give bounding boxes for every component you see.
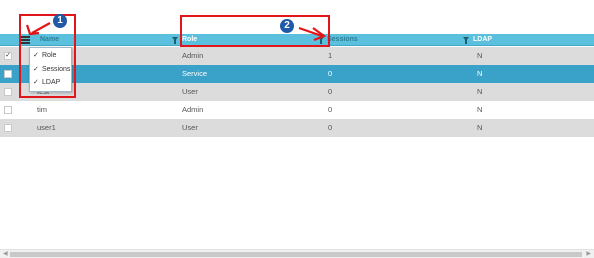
step-badge-2: 2: [280, 19, 294, 33]
row-checkbox[interactable]: [4, 70, 12, 78]
step-badge-1: 1: [53, 14, 67, 28]
user-sessions-cell: 1: [328, 51, 333, 60]
row-checkbox[interactable]: [4, 88, 12, 96]
row-checkbox[interactable]: [4, 124, 12, 132]
user-role-cell: User: [182, 123, 198, 132]
table-row[interactable]: Service 0 N: [0, 65, 594, 83]
user-ldap-cell: N: [477, 123, 483, 132]
user-ldap-cell: N: [477, 51, 483, 60]
table-row[interactable]: ✓ Admin 1 N: [0, 47, 594, 65]
arrow-to-menu-icon: [25, 22, 51, 36]
horizontal-scrollbar[interactable]: ◀ ▶: [0, 249, 594, 258]
user-sessions-cell: 0: [328, 123, 333, 132]
user-ldap-cell: N: [477, 105, 483, 114]
user-name-cell: tim: [37, 105, 47, 114]
user-name-cell: user1: [37, 123, 56, 132]
user-sessions-cell: 0: [328, 87, 333, 96]
user-role-cell: User: [182, 87, 198, 96]
user-ldap-cell: N: [477, 87, 483, 96]
sessions-filter-icon[interactable]: [463, 37, 469, 44]
scroll-left-icon[interactable]: ◀: [3, 251, 8, 258]
user-ldap-cell: N: [477, 69, 483, 78]
table-row[interactable]: test User 0 N: [0, 83, 594, 101]
user-sessions-cell: 0: [328, 69, 333, 78]
row-checkbox[interactable]: ✓: [4, 52, 12, 60]
user-role-cell: Service: [182, 69, 208, 78]
user-role-cell: Admin: [182, 51, 204, 60]
table-row[interactable]: user1 User 0 N: [0, 119, 594, 137]
name-filter-icon[interactable]: [172, 37, 178, 44]
column-header-sessions[interactable]: Sessions: [327, 34, 358, 46]
arrow-to-filter-icon: [298, 26, 327, 42]
table-row[interactable]: tim Admin 0 N: [0, 101, 594, 119]
column-header-ldap[interactable]: LDAP: [473, 34, 492, 46]
user-sessions-cell: 0: [328, 105, 333, 114]
scroll-right-icon[interactable]: ▶: [586, 251, 591, 258]
scrollbar-thumb[interactable]: [10, 252, 582, 257]
user-role-cell: Admin: [182, 105, 204, 114]
row-checkbox[interactable]: [4, 106, 12, 114]
